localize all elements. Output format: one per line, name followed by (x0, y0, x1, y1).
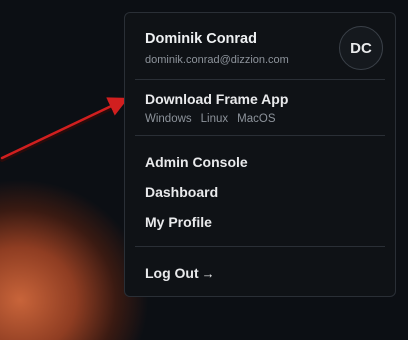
download-linux-link[interactable]: Linux (201, 113, 229, 125)
my-profile-link[interactable]: My Profile (145, 214, 212, 230)
user-name: Dominik Conrad (145, 31, 257, 47)
avatar[interactable]: DC (339, 26, 383, 70)
admin-console-link[interactable]: Admin Console (145, 154, 248, 170)
user-menu-dropdown: Dominik Conrad dominik.conrad@dizzion.co… (124, 12, 396, 297)
download-platforms: Windows Linux MacOS (145, 113, 276, 125)
log-out-label: Log Out (145, 265, 199, 281)
download-macos-link[interactable]: MacOS (237, 113, 275, 125)
user-email: dominik.conrad@dizzion.com (145, 54, 289, 66)
divider (135, 135, 385, 136)
divider (135, 246, 385, 247)
download-windows-link[interactable]: Windows (145, 113, 192, 125)
dashboard-link[interactable]: Dashboard (145, 184, 218, 200)
arrow-right-icon: → (201, 266, 215, 281)
download-frame-app-link[interactable]: Download Frame App (145, 91, 288, 107)
divider (135, 79, 385, 80)
log-out-button[interactable]: Log Out → (145, 265, 215, 281)
